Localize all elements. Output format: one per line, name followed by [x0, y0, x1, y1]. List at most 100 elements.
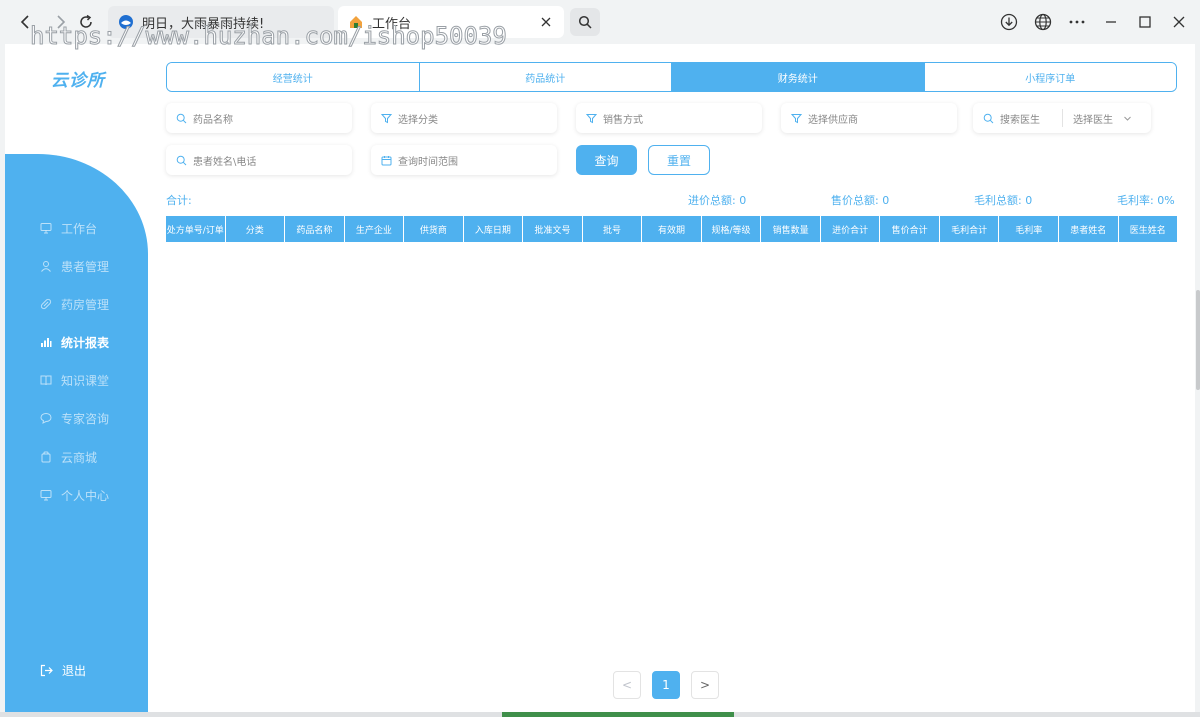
sidebar: 云诊所 工作台 患者管理 药房管理 统计报表 知识课堂 专家咨询 云商城	[5, 44, 148, 712]
book-icon	[40, 374, 52, 386]
logout-icon	[40, 664, 53, 677]
tab-miniprogram-orders[interactable]: 小程序订单	[925, 63, 1177, 91]
category-select[interactable]: 选择分类	[371, 103, 557, 133]
pill-icon	[40, 298, 52, 310]
column-header[interactable]: 入库日期	[464, 216, 524, 242]
tab-business-stats[interactable]: 经营统计	[167, 63, 420, 91]
column-header[interactable]: 规格/等级	[702, 216, 762, 242]
sidebar-item-label: 云商城	[61, 449, 97, 466]
column-header[interactable]: 分类	[226, 216, 286, 242]
sidebar-item-label: 统计报表	[61, 334, 109, 351]
sidebar-item-consult[interactable]: 专家咨询	[40, 408, 109, 428]
column-header[interactable]: 销售数量	[761, 216, 821, 242]
filter-icon	[381, 113, 392, 124]
column-header[interactable]: 有效期	[642, 216, 702, 242]
sale-method-select[interactable]: 销售方式	[576, 103, 762, 133]
tab-title: 明日，大雨暴雨持续!	[142, 13, 324, 32]
monitor-icon	[40, 222, 52, 234]
column-header[interactable]: 批准文号	[523, 216, 583, 242]
globe-icon[interactable]	[1031, 10, 1055, 34]
logout-button[interactable]: 退出	[40, 662, 86, 679]
category-placeholder: 选择分类	[398, 111, 438, 126]
filter-icon	[586, 113, 597, 124]
next-page-button[interactable]: >	[691, 671, 719, 699]
report-tabs: 经营统计 药品统计 财务统计 小程序订单	[166, 62, 1177, 92]
sidebar-item-workbench[interactable]: 工作台	[40, 218, 97, 238]
supplier-select[interactable]: 选择供应商	[781, 103, 957, 133]
tab-drug-stats[interactable]: 药品统计	[420, 63, 673, 91]
sidebar-item-label: 知识课堂	[61, 372, 109, 389]
patient-placeholder: 患者姓名\电话	[193, 153, 256, 168]
column-header[interactable]: 处方单号/订单	[166, 216, 226, 242]
bar-chart-icon	[40, 336, 52, 348]
sidebar-item-reports[interactable]: 统计报表	[40, 332, 109, 352]
column-header[interactable]: 批号	[583, 216, 643, 242]
minimize-icon[interactable]	[1099, 10, 1123, 34]
sidebar-item-shop[interactable]: 云商城	[40, 447, 97, 467]
scrollbar[interactable]	[1196, 290, 1200, 390]
sidebar-item-profile[interactable]: 个人中心	[40, 485, 109, 505]
sidebar-item-label: 药房管理	[61, 296, 109, 313]
search-icon	[983, 113, 994, 124]
sale-method-placeholder: 销售方式	[603, 111, 643, 126]
date-range-placeholder: 查询时间范围	[398, 153, 458, 168]
column-header[interactable]: 药品名称	[285, 216, 345, 242]
column-header[interactable]: 毛利率	[999, 216, 1059, 242]
doctor-select-placeholder: 选择医生	[1073, 111, 1113, 126]
column-header[interactable]: 供货商	[404, 216, 464, 242]
browser-chrome: 明日，大雨暴雨持续! 工作台	[0, 0, 1200, 44]
sidebar-item-label: 患者管理	[61, 258, 109, 275]
monitor-icon	[40, 489, 52, 501]
column-header[interactable]: 售价合计	[880, 216, 940, 242]
logout-label: 退出	[62, 662, 86, 679]
search-icon[interactable]	[570, 8, 600, 36]
app-window: 云诊所 工作台 患者管理 药房管理 统计报表 知识课堂 专家咨询 云商城	[5, 44, 1195, 712]
column-header[interactable]: 进价合计	[821, 216, 881, 242]
sidebar-item-patients[interactable]: 患者管理	[40, 256, 109, 276]
sidebar-item-knowledge[interactable]: 知识课堂	[40, 370, 109, 390]
sidebar-item-label: 个人中心	[61, 487, 109, 504]
column-header[interactable]: 生产企业	[345, 216, 405, 242]
date-range-picker[interactable]: 查询时间范围	[371, 145, 557, 175]
app-logo: 云诊所	[51, 66, 105, 91]
forward-icon[interactable]	[48, 10, 72, 34]
tab-finance-stats[interactable]: 财务统计	[672, 63, 925, 91]
supplier-placeholder: 选择供应商	[808, 111, 858, 126]
tab-title: 工作台	[372, 13, 538, 32]
column-header[interactable]: 毛利合计	[940, 216, 1000, 242]
reload-icon[interactable]	[74, 10, 98, 34]
back-icon[interactable]	[14, 10, 38, 34]
query-button[interactable]: 查询	[576, 145, 637, 175]
close-icon[interactable]	[538, 14, 554, 30]
maximize-icon[interactable]	[1133, 10, 1157, 34]
more-icon[interactable]	[1065, 10, 1089, 34]
column-header[interactable]: 医生姓名	[1119, 216, 1178, 242]
doctor-search-placeholder: 搜索医生	[1000, 111, 1040, 126]
summary-purchase-total: 进价总额: 0	[688, 192, 746, 208]
search-icon	[176, 155, 187, 166]
column-header[interactable]: 患者姓名	[1059, 216, 1119, 242]
drug-name-input[interactable]: 药品名称	[166, 103, 352, 133]
filter-icon	[791, 113, 802, 124]
page-number-button[interactable]: 1	[652, 671, 680, 699]
browser-tab-workbench[interactable]: 工作台	[338, 6, 564, 38]
divider	[1062, 109, 1063, 127]
download-icon[interactable]	[997, 10, 1021, 34]
sidebar-item-pharmacy[interactable]: 药房管理	[40, 294, 109, 314]
summary-total-label: 合计:	[166, 192, 192, 208]
patient-input[interactable]: 患者姓名\电话	[166, 145, 352, 175]
prev-page-button[interactable]: <	[613, 671, 641, 699]
sidebar-item-label: 专家咨询	[61, 410, 109, 427]
house-favicon-icon	[348, 14, 364, 30]
weather-favicon-icon	[118, 14, 134, 30]
close-window-icon[interactable]	[1167, 10, 1191, 34]
taskbar-strip	[0, 712, 1200, 717]
sidebar-item-label: 工作台	[61, 220, 97, 237]
summary-gross-total: 毛利总额: 0	[974, 192, 1032, 208]
chevron-down-icon	[1123, 114, 1132, 123]
summary-gross-rate: 毛利率: 0%	[1117, 192, 1175, 208]
reset-button[interactable]: 重置	[648, 145, 710, 175]
browser-tab-weather[interactable]: 明日，大雨暴雨持续!	[108, 6, 334, 38]
doctor-search-select[interactable]: 搜索医生 选择医生	[973, 103, 1151, 133]
shop-bag-icon	[40, 451, 52, 463]
